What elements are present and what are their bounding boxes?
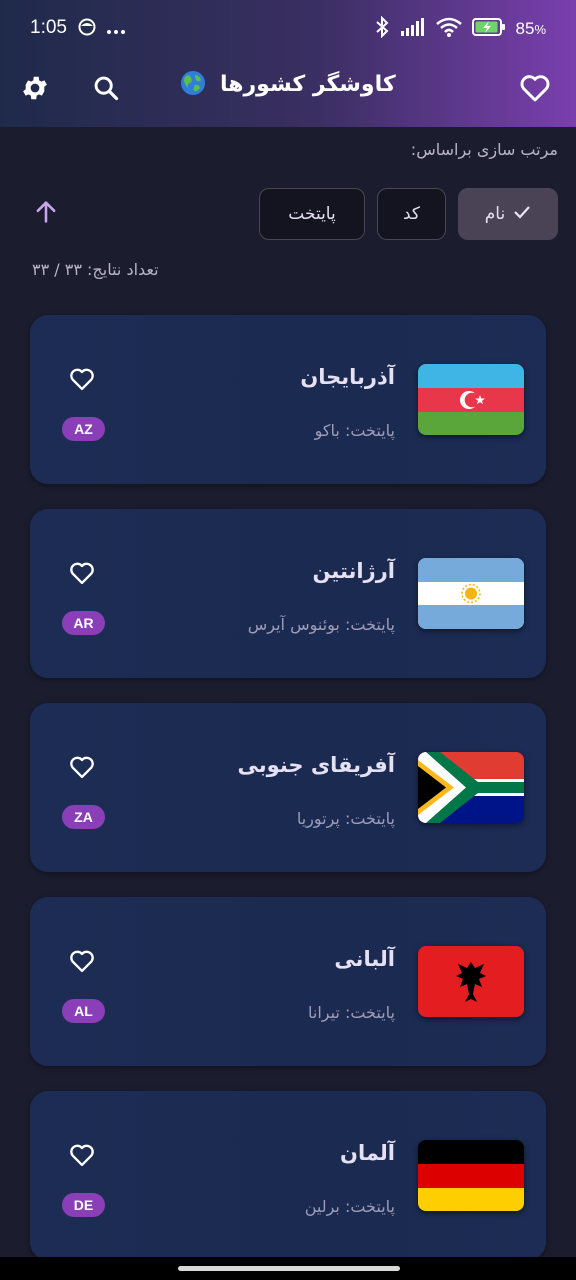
face-icon xyxy=(78,18,96,40)
country-list: آذربایجان پایتخت: باکو AZ آرژانتین پایتخ… xyxy=(30,315,546,1280)
sort-chip-capital[interactable]: پایتخت xyxy=(259,188,365,240)
favorite-button[interactable] xyxy=(68,754,96,782)
country-name: آفریقای جنوبی xyxy=(237,753,395,777)
argentina-flag-icon xyxy=(418,558,524,629)
app-title: کاوشگر کشورها xyxy=(0,70,576,97)
country-capital: پایتخت: باکو xyxy=(314,421,395,440)
app-bar: کاوشگر کشورها xyxy=(0,58,576,127)
sort-chip-capital-label: پایتخت xyxy=(288,204,336,224)
wifi-icon xyxy=(435,17,462,41)
top-header: 1:05 85% کاوشگر کشورها xyxy=(0,0,576,127)
heart-outline-icon xyxy=(68,756,96,784)
country-card[interactable]: آلبانی پایتخت: تیرانا AL xyxy=(30,897,546,1066)
country-name: آلمان xyxy=(340,1141,395,1165)
status-left-icons xyxy=(78,18,126,40)
country-code-badge: AL xyxy=(62,999,105,1023)
country-capital: پایتخت: بوئنوس آیرس xyxy=(247,615,395,634)
app-title-text: کاوشگر کشورها xyxy=(220,72,396,97)
heart-outline-icon xyxy=(68,1144,96,1172)
country-card[interactable]: آرژانتین پایتخت: بوئنوس آیرس AR xyxy=(30,509,546,678)
status-time: 1:05 xyxy=(30,17,67,38)
heart-outline-icon xyxy=(68,562,96,590)
favorite-button[interactable] xyxy=(68,366,96,394)
battery-percent: 85% xyxy=(515,19,546,38)
sort-chip-code-label: کد xyxy=(402,204,421,224)
country-card[interactable]: آفریقای جنوبی پایتخت: پرتوریا ZA xyxy=(30,703,546,872)
country-capital: پایتخت: تیرانا xyxy=(307,1003,395,1022)
country-capital: پایتخت: پرتوریا xyxy=(296,809,395,828)
azerbaijan-flag-icon xyxy=(418,364,524,435)
heart-outline-icon xyxy=(68,368,96,396)
sort-chip-name[interactable]: نام xyxy=(458,188,558,240)
favorites-button[interactable] xyxy=(513,68,557,112)
country-code-badge: AZ xyxy=(62,417,105,441)
system-nav-bar xyxy=(0,1257,576,1280)
globe-icon xyxy=(180,70,206,96)
favorites-heart-icon xyxy=(519,73,551,107)
result-count: تعداد نتایج: ۳۳ / ۳۳ xyxy=(32,260,159,279)
status-bar: 1:05 85% xyxy=(0,0,576,58)
sort-label: مرتب سازی براساس: xyxy=(410,140,558,159)
country-code-badge: AR xyxy=(62,611,105,635)
sort-direction-button[interactable] xyxy=(32,198,60,226)
south-africa-flag-icon xyxy=(418,752,524,823)
favorite-button[interactable] xyxy=(68,560,96,588)
country-name: آذربایجان xyxy=(300,365,395,389)
sort-chip-code[interactable]: کد xyxy=(377,188,446,240)
country-name: آرژانتین xyxy=(312,559,395,583)
sort-chip-name-label: نام xyxy=(484,204,506,224)
country-code-badge: DE xyxy=(62,1193,105,1217)
country-card[interactable]: آلمان پایتخت: برلین DE xyxy=(30,1091,546,1260)
more-dots-icon xyxy=(106,20,126,39)
heart-outline-icon xyxy=(68,950,96,978)
arrow-up-icon xyxy=(32,201,60,230)
status-right-icons: 85% xyxy=(374,15,546,42)
country-code-badge: ZA xyxy=(62,805,105,829)
country-capital: پایتخت: برلین xyxy=(304,1197,395,1216)
gesture-handle[interactable] xyxy=(178,1266,400,1271)
albania-flag-icon xyxy=(418,946,524,1017)
favorite-button[interactable] xyxy=(68,1142,96,1170)
signal-icon xyxy=(400,17,426,41)
check-icon xyxy=(513,204,531,224)
bluetooth-icon xyxy=(374,15,390,42)
sort-chips: نام کد پایتخت xyxy=(259,188,558,240)
country-card[interactable]: آذربایجان پایتخت: باکو AZ xyxy=(30,315,546,484)
germany-flag-icon xyxy=(418,1140,524,1211)
battery-charging-icon xyxy=(471,17,506,41)
favorite-button[interactable] xyxy=(68,948,96,976)
country-name: آلبانی xyxy=(334,947,395,971)
